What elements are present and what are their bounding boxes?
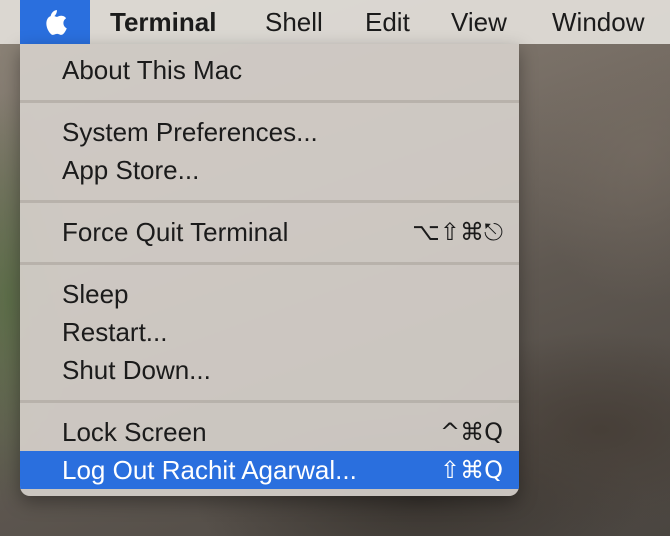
menu-view[interactable]: View — [451, 0, 507, 44]
menu-item-label: Force Quit Terminal — [62, 217, 289, 247]
menu-item-force-quit[interactable]: Force Quit Terminal ⌥⇧⌘⎋ — [20, 213, 519, 251]
apple-menu-button[interactable] — [20, 0, 90, 44]
menu-separator — [20, 262, 519, 265]
menu-item-app-store[interactable]: App Store... — [20, 151, 519, 189]
keyboard-shortcut: ⇧⌘Q — [440, 456, 503, 484]
menu-separator — [20, 200, 519, 203]
menu-separator — [20, 400, 519, 403]
menu-item-label: About This Mac — [62, 55, 243, 85]
apple-dropdown-menu: About This Mac System Preferences... App… — [20, 44, 519, 496]
menu-item-shut-down[interactable]: Shut Down... — [20, 351, 519, 389]
menu-item-label: Shut Down... — [62, 355, 211, 385]
menu-item-restart[interactable]: Restart... — [20, 313, 519, 351]
menu-item-about-this-mac[interactable]: About This Mac — [20, 51, 519, 89]
menu-edit[interactable]: Edit — [365, 0, 410, 44]
menu-separator — [20, 100, 519, 103]
menu-item-system-preferences[interactable]: System Preferences... — [20, 113, 519, 151]
keyboard-shortcut: ⌥⇧⌘⎋ — [412, 218, 503, 246]
menu-item-log-out[interactable]: Log Out Rachit Agarwal... ⇧⌘Q — [20, 451, 519, 489]
apple-logo-icon — [42, 7, 68, 37]
menu-item-label: Lock Screen — [62, 417, 207, 447]
menu-item-label: Sleep — [62, 279, 129, 309]
menu-app-terminal[interactable]: Terminal — [110, 0, 216, 44]
menu-item-sleep[interactable]: Sleep — [20, 275, 519, 313]
menu-item-label: App Store... — [62, 155, 200, 185]
menu-window[interactable]: Window — [552, 0, 644, 44]
menu-bar: Terminal Shell Edit View Window — [0, 0, 670, 44]
menu-item-label: Log Out Rachit Agarwal... — [62, 455, 357, 485]
menu-item-label: System Preferences... — [62, 117, 318, 147]
menu-item-lock-screen[interactable]: Lock Screen ^⌘Q — [20, 413, 519, 451]
menu-item-label: Restart... — [62, 317, 168, 347]
menu-shell[interactable]: Shell — [265, 0, 323, 44]
keyboard-shortcut: ^⌘Q — [440, 418, 503, 446]
